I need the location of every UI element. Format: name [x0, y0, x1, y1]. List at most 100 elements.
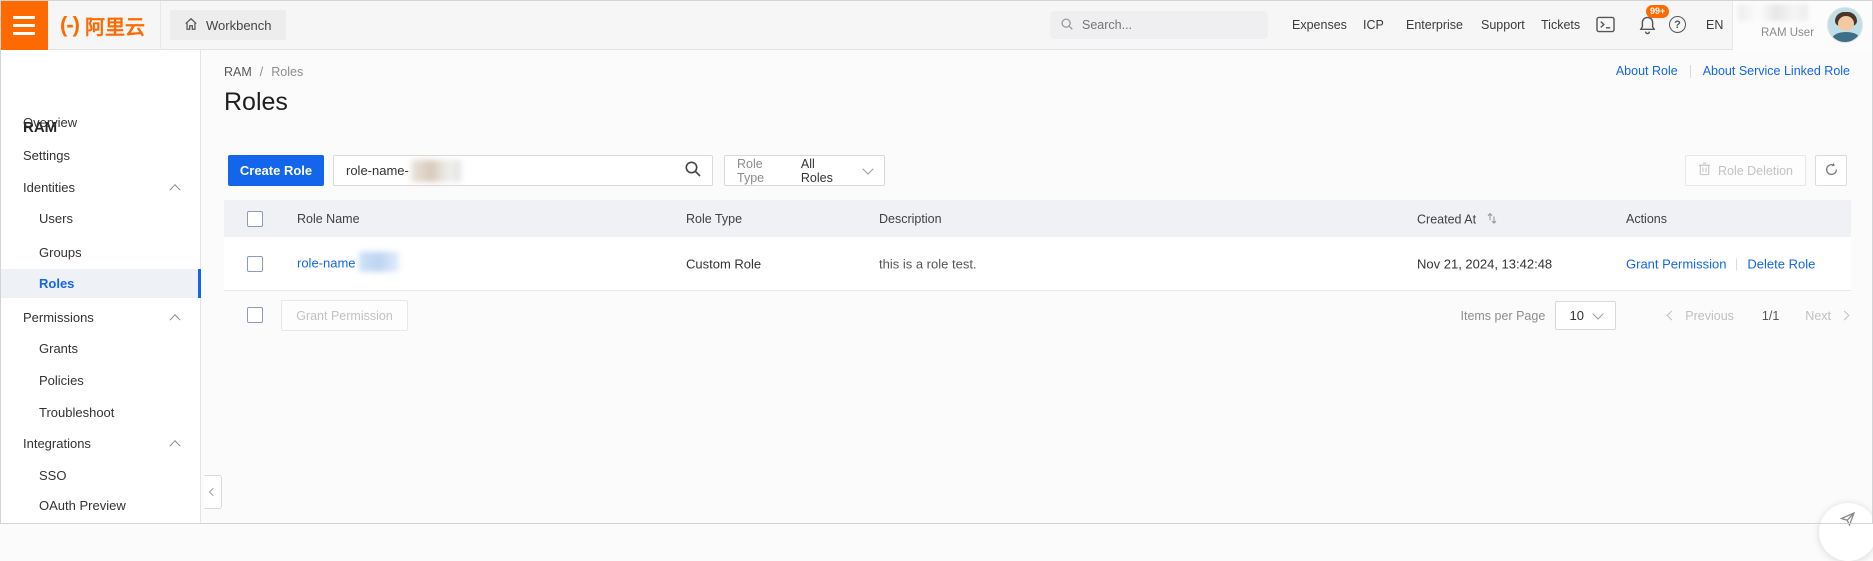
refresh-button[interactable]: [1815, 155, 1847, 186]
sidebar-item-overview[interactable]: Overview: [0, 108, 201, 136]
feedback-float-button[interactable]: [1819, 503, 1873, 561]
language-switch[interactable]: EN: [1706, 0, 1723, 50]
hamburger-menu-icon[interactable]: [0, 0, 48, 50]
next-page-button[interactable]: Next: [1805, 309, 1850, 323]
chevron-down-icon: [862, 162, 874, 175]
delete-role-link[interactable]: Delete Role: [1747, 256, 1815, 271]
grant-permission-link[interactable]: Grant Permission: [1626, 256, 1726, 271]
alibaba-cloud-logo[interactable]: (-) 阿里云: [60, 0, 145, 50]
row-checkbox[interactable]: [247, 255, 263, 272]
sidebar-item-settings[interactable]: Settings: [0, 141, 201, 169]
create-role-button[interactable]: Create Role: [228, 155, 324, 186]
sidebar-collapse-button[interactable]: [204, 475, 222, 509]
logo-bracket-icon: (-): [60, 12, 80, 37]
breadcrumb-current: Roles: [271, 65, 304, 79]
sidebar-item-policies[interactable]: Policies: [0, 366, 201, 394]
chevron-left-icon: [1666, 310, 1677, 321]
page-size-value: 10: [1569, 308, 1584, 323]
refresh-icon: [1824, 162, 1839, 180]
user-role-label: RAM User: [1761, 27, 1815, 39]
role-deletion-button[interactable]: Role Deletion: [1685, 155, 1806, 186]
previous-page-button[interactable]: Previous: [1666, 309, 1734, 323]
top-menu-expenses[interactable]: Expenses: [1292, 0, 1347, 50]
sidebar-item-identities[interactable]: Identities: [0, 173, 201, 201]
role-search-value[interactable]: role-name-: [346, 163, 409, 178]
about-service-linked-role-link[interactable]: About Service Linked Role: [1703, 64, 1850, 78]
sidebar-item-sso[interactable]: SSO: [0, 461, 201, 489]
role-type-filter-label: Role Type: [737, 156, 765, 185]
sort-icon[interactable]: [1487, 212, 1497, 227]
workbench-button[interactable]: Workbench: [170, 10, 286, 40]
chevron-up-icon: [169, 184, 181, 196]
global-search[interactable]: [1050, 11, 1268, 39]
global-search-input[interactable]: [1082, 18, 1252, 32]
page-indicator: 1/1: [1761, 308, 1780, 323]
chevron-left-icon: [208, 487, 217, 497]
top-menu-enterprise[interactable]: Enterprise: [1406, 0, 1463, 50]
user-account-area[interactable]: RAM User: [1733, 0, 1872, 50]
divider: [1736, 258, 1738, 271]
trash-icon: [1698, 162, 1711, 179]
footer-select-checkbox[interactable]: [247, 307, 263, 323]
items-per-page-label: Items per Page: [1460, 308, 1546, 323]
role-search-box[interactable]: role-name-: [333, 155, 713, 186]
page-size-select[interactable]: 10: [1555, 301, 1617, 330]
console-terminal-icon[interactable]: [1596, 16, 1615, 33]
user-name-redacted: [1738, 4, 1808, 21]
about-role-link[interactable]: About Role: [1616, 64, 1678, 78]
role-type-value: Custom Role: [686, 256, 762, 271]
breadcrumb: RAM / Roles: [224, 65, 303, 79]
select-all-checkbox[interactable]: [247, 210, 263, 227]
chevron-up-icon: [169, 440, 181, 452]
search-text-redacted: [410, 159, 461, 182]
sidebar-item-oauth-preview[interactable]: OAuth Preview: [0, 491, 201, 519]
sidebar-nav: RAM Overview Settings Identities Users G…: [0, 50, 201, 524]
pagination: Items per Page 10 Previous 1/1 Next: [1460, 300, 1850, 331]
column-created-at[interactable]: Created At: [1417, 211, 1497, 226]
sidebar-item-groups[interactable]: Groups: [0, 238, 201, 266]
top-menu-icp[interactable]: ICP: [1363, 0, 1384, 50]
notification-badge: 99+: [1646, 5, 1670, 18]
search-icon[interactable]: [684, 160, 702, 181]
logo-text: 阿里云: [84, 16, 145, 39]
role-type-filter-value: All Roles: [800, 156, 833, 185]
top-menu-tickets[interactable]: Tickets: [1541, 0, 1580, 50]
grant-permission-button[interactable]: Grant Permission: [281, 300, 408, 331]
main-content: RAM / Roles About Role About Service Lin…: [201, 50, 1873, 524]
page-title: Roles: [224, 88, 288, 116]
role-name-link[interactable]: role-name: [297, 255, 356, 270]
help-links: About Role About Service Linked Role: [1616, 64, 1850, 78]
divider: [160, 0, 161, 50]
chevron-up-icon: [169, 314, 181, 326]
home-icon: [184, 17, 198, 34]
role-description: this is a role test.: [879, 256, 977, 271]
role-type-filter[interactable]: Role Type All Roles: [724, 155, 885, 186]
sidebar-item-roles[interactable]: Roles: [0, 269, 201, 298]
notifications-bell-icon[interactable]: 99+: [1638, 5, 1670, 35]
table-header-row: Role Name Role Type Description Created …: [224, 200, 1851, 237]
roles-table: Role Name Role Type Description Created …: [224, 200, 1851, 291]
search-icon: [1060, 17, 1074, 34]
breadcrumb-separator: /: [259, 65, 264, 79]
user-avatar[interactable]: [1827, 7, 1863, 43]
chevron-right-icon: [1839, 310, 1850, 321]
role-name-redacted: [358, 251, 399, 272]
workbench-label: Workbench: [206, 17, 272, 33]
top-menu-support[interactable]: Support: [1481, 0, 1525, 50]
column-actions: Actions: [1626, 211, 1667, 226]
paper-plane-icon: [1840, 511, 1856, 527]
column-role-name: Role Name: [297, 211, 360, 226]
table-row: role-name Custom Role this is a role tes…: [224, 237, 1851, 291]
column-description: Description: [879, 211, 942, 226]
sidebar-item-permissions[interactable]: Permissions: [0, 303, 201, 331]
chevron-down-icon: [1592, 307, 1604, 320]
sidebar-item-troubleshoot[interactable]: Troubleshoot: [0, 398, 201, 426]
sidebar-item-integrations[interactable]: Integrations: [0, 429, 201, 457]
sidebar-item-users[interactable]: Users: [0, 204, 201, 232]
sidebar-item-grants[interactable]: Grants: [0, 334, 201, 362]
help-icon[interactable]: ?: [1669, 16, 1686, 33]
role-created-at: Nov 21, 2024, 13:42:48: [1417, 256, 1553, 271]
breadcrumb-ram-link[interactable]: RAM: [224, 65, 252, 79]
divider: [1689, 64, 1691, 78]
column-role-type: Role Type: [686, 211, 743, 226]
